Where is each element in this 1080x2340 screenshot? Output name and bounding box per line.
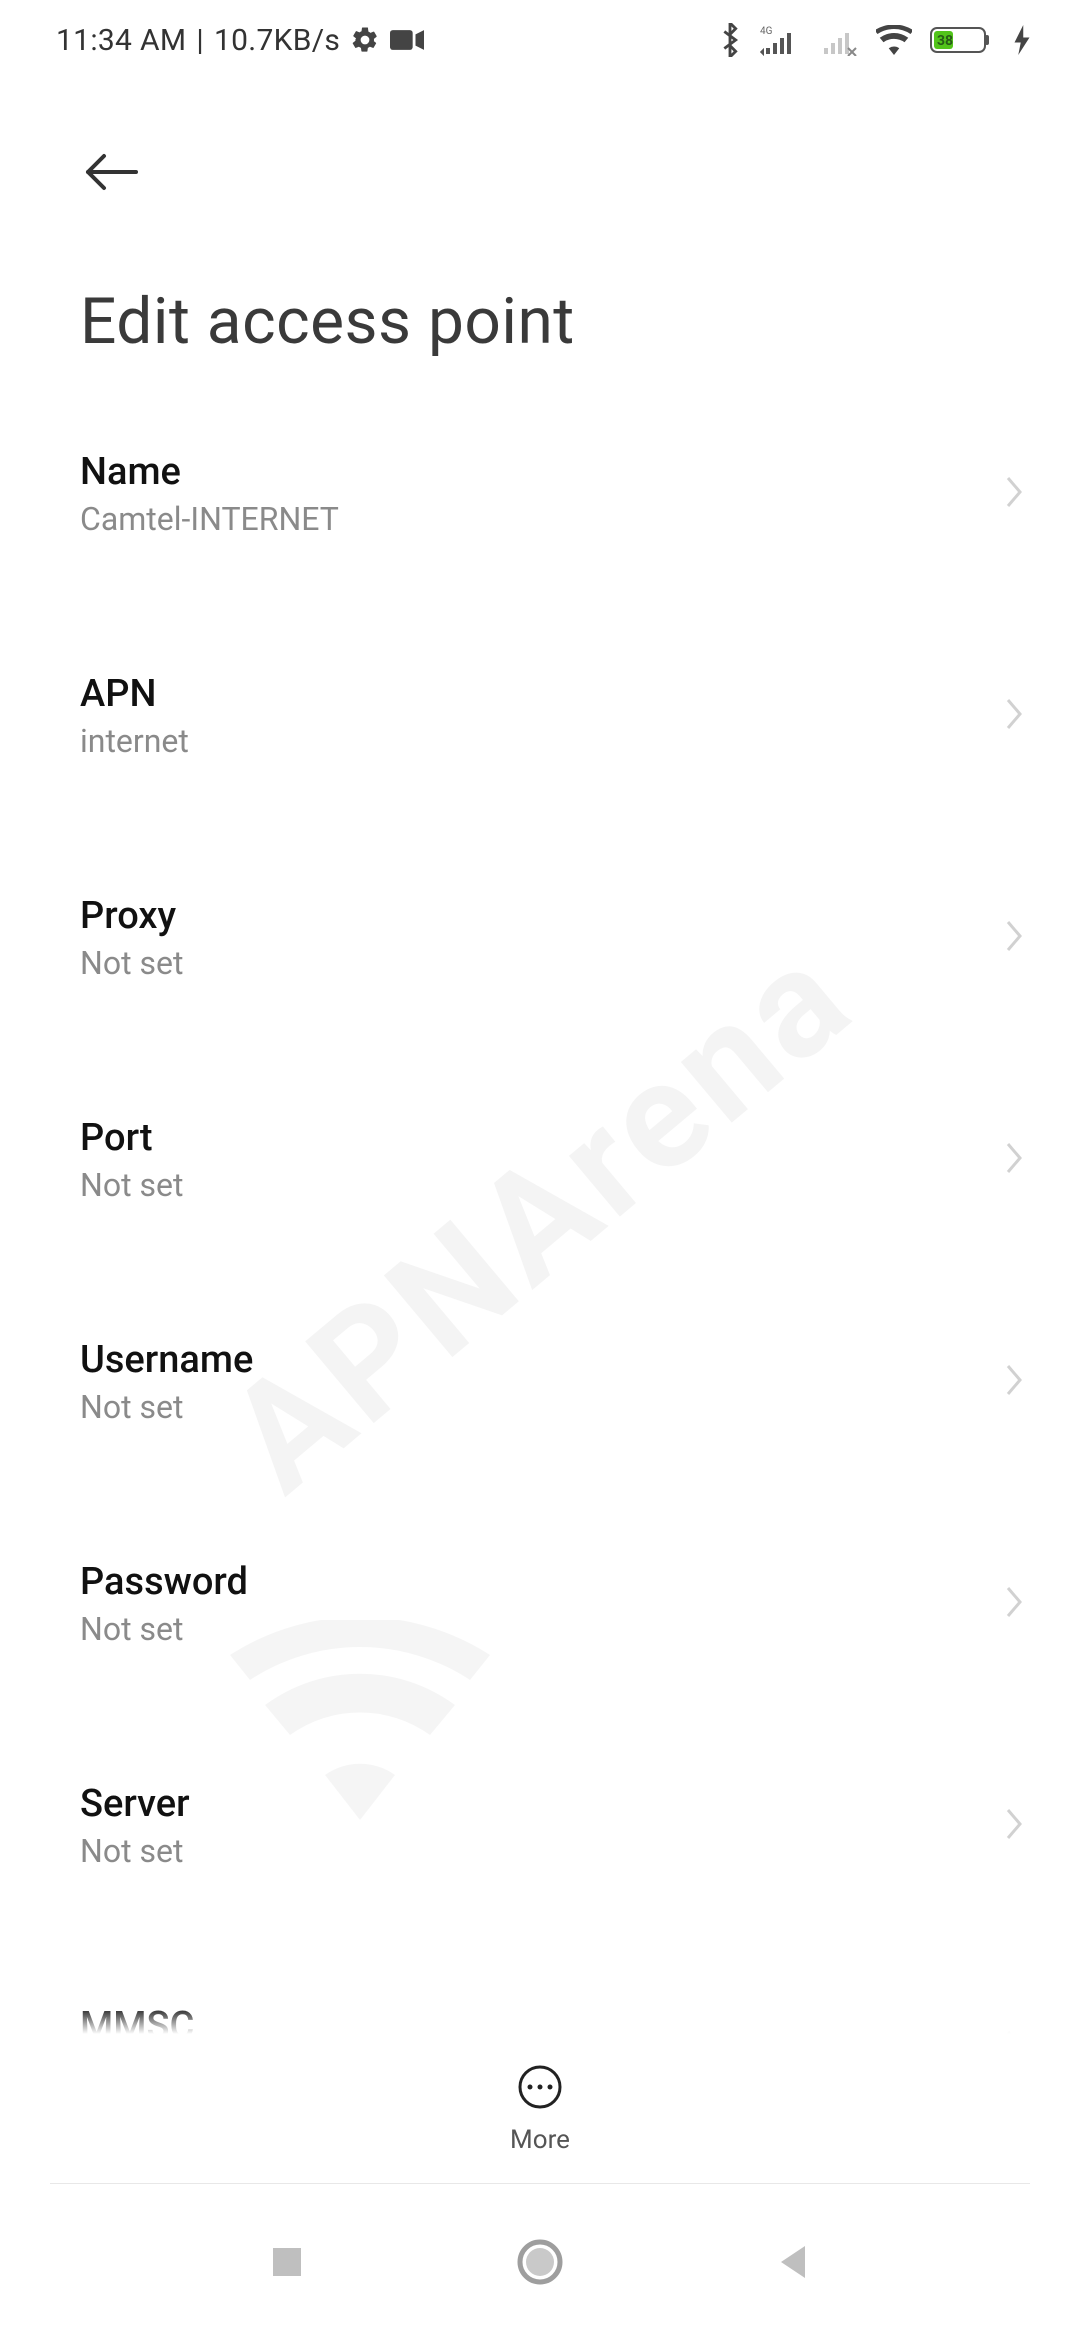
settings-list: Name Camtel-INTERNET APN internet Proxy … bbox=[0, 410, 1080, 2034]
row-name-value: Camtel-INTERNET bbox=[80, 500, 339, 538]
page-title: Edit access point bbox=[0, 204, 1080, 429]
chevron-right-icon bbox=[1002, 1138, 1026, 1182]
gear-icon bbox=[350, 25, 380, 55]
camera-icon bbox=[390, 28, 424, 52]
row-username[interactable]: Username Not set bbox=[80, 1298, 1026, 1466]
back-button[interactable] bbox=[80, 140, 144, 204]
row-proxy-value: Not set bbox=[80, 944, 183, 982]
status-net-speed: 10.7KB/s bbox=[214, 23, 340, 58]
signal-4g-icon: 4G bbox=[760, 24, 800, 56]
svg-text:38: 38 bbox=[937, 33, 953, 49]
row-apn-value: internet bbox=[80, 722, 189, 760]
chevron-right-icon bbox=[1002, 472, 1026, 516]
status-separator: | bbox=[196, 23, 204, 58]
row-apn-title: APN bbox=[80, 672, 189, 716]
square-icon bbox=[269, 2244, 305, 2280]
system-nav-bar bbox=[0, 2184, 1080, 2340]
row-apn[interactable]: APN internet bbox=[80, 632, 1026, 800]
row-mmsc-title: MMSC bbox=[80, 2004, 194, 2034]
circle-icon bbox=[516, 2238, 564, 2286]
arrow-left-icon bbox=[84, 152, 140, 192]
status-time: 11:34 AM bbox=[56, 23, 186, 58]
more-icon bbox=[516, 2063, 564, 2115]
chevron-right-icon bbox=[1002, 2026, 1026, 2034]
row-name[interactable]: Name Camtel-INTERNET bbox=[80, 410, 1026, 578]
nav-recent-button[interactable] bbox=[257, 2232, 317, 2292]
triangle-left-icon bbox=[775, 2242, 811, 2282]
svg-text:4G: 4G bbox=[760, 26, 773, 37]
row-password[interactable]: Password Not set bbox=[80, 1520, 1026, 1688]
status-left: 11:34 AM | 10.7KB/s bbox=[56, 23, 424, 58]
row-mmsc[interactable]: MMSC Not set bbox=[80, 1964, 1026, 2034]
row-username-value: Not set bbox=[80, 1388, 253, 1426]
row-port[interactable]: Port Not set bbox=[80, 1076, 1026, 1244]
more-label: More bbox=[510, 2125, 570, 2155]
bluetooth-icon bbox=[718, 23, 742, 57]
row-proxy[interactable]: Proxy Not set bbox=[80, 854, 1026, 1022]
chevron-right-icon bbox=[1002, 1804, 1026, 1848]
row-username-title: Username bbox=[80, 1338, 253, 1382]
chevron-right-icon bbox=[1002, 1360, 1026, 1404]
nav-back-button[interactable] bbox=[763, 2232, 823, 2292]
row-password-value: Not set bbox=[80, 1610, 248, 1648]
row-server-title: Server bbox=[80, 1782, 190, 1826]
signal-nosim-icon bbox=[818, 24, 858, 56]
nav-home-button[interactable] bbox=[510, 2232, 570, 2292]
status-bar: 11:34 AM | 10.7KB/s 4G 38 bbox=[0, 0, 1080, 80]
charging-icon bbox=[1014, 25, 1030, 55]
chevron-right-icon bbox=[1002, 1582, 1026, 1626]
row-port-title: Port bbox=[80, 1116, 183, 1160]
row-server[interactable]: Server Not set bbox=[80, 1742, 1026, 1910]
battery-icon: 38 bbox=[930, 25, 996, 55]
row-proxy-title: Proxy bbox=[80, 894, 183, 938]
row-password-title: Password bbox=[80, 1560, 248, 1604]
status-right: 4G 38 bbox=[718, 23, 1030, 57]
wifi-icon bbox=[876, 25, 912, 55]
bottom-action-bar: More bbox=[0, 2034, 1080, 2184]
row-name-title: Name bbox=[80, 450, 339, 494]
row-port-value: Not set bbox=[80, 1166, 183, 1204]
row-server-value: Not set bbox=[80, 1832, 190, 1870]
more-button[interactable]: More bbox=[510, 2063, 570, 2155]
chevron-right-icon bbox=[1002, 694, 1026, 738]
app-bar bbox=[0, 80, 1080, 204]
chevron-right-icon bbox=[1002, 916, 1026, 960]
